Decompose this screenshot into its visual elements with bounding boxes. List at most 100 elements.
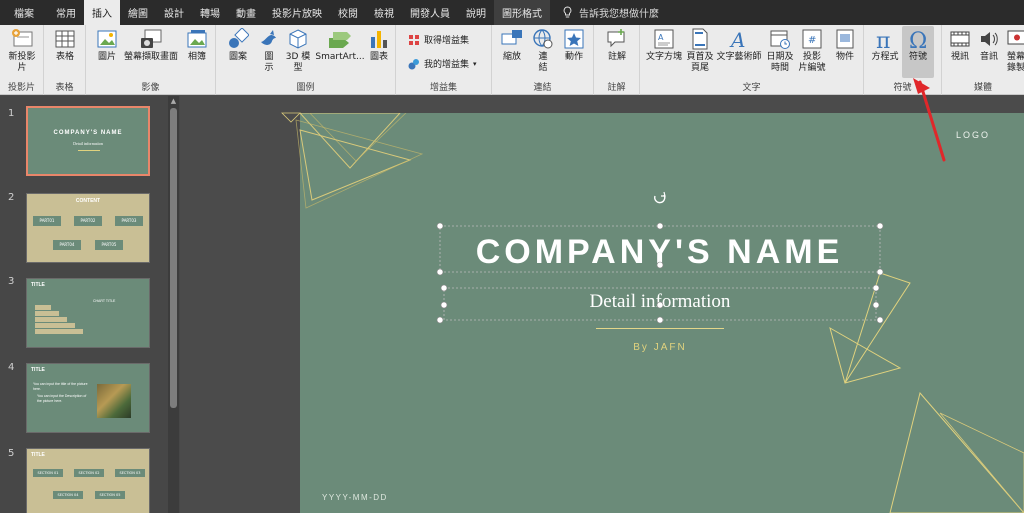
album-button[interactable]: 相簿	[182, 28, 212, 63]
audio-button[interactable]: 音訊	[976, 28, 1002, 63]
group-slides: 新投影 片 投影片	[0, 25, 44, 95]
group-media-label: 媒體	[973, 83, 992, 93]
my-addins-button[interactable]: 我的增益集 ▾	[408, 57, 477, 70]
date-placeholder[interactable]: YYYY-MM-DD	[322, 493, 388, 502]
svg-text:Ω: Ω	[909, 29, 927, 50]
header-footer-button[interactable]: 頁首及 頁尾	[684, 28, 716, 74]
thumb-number: 1	[8, 108, 15, 119]
video-button[interactable]: 視訊	[946, 28, 974, 63]
wordart-button[interactable]: A 文字藝術師	[716, 28, 762, 63]
comment-label: 註解	[607, 52, 626, 62]
thumb-content-title: CONTENT	[75, 198, 101, 204]
tab-help[interactable]: 說明	[458, 0, 494, 25]
object-icon	[836, 29, 854, 49]
screen-recording-label: 螢幕 錄製	[1006, 52, 1024, 73]
group-text: A 文字方塊 頁首及 頁尾 A 文字藝術師 日期及 時間 # 投影 片編號 物件…	[640, 25, 864, 95]
group-text-label: 文字	[742, 83, 761, 93]
slide-thumbnail-2[interactable]: CONTENT PART01 PART02 PART03 PART04 PART…	[26, 193, 150, 263]
object-button[interactable]: 物件	[830, 28, 860, 63]
get-addins-button[interactable]: 取得增益集	[408, 33, 469, 46]
icons-label: 圖 示	[264, 52, 274, 73]
scroll-up-icon[interactable]: ▲	[168, 96, 179, 106]
group-images-label: 影像	[141, 83, 160, 93]
new-slide-icon	[12, 29, 33, 47]
thumb-section-box: SECTION 01	[33, 469, 63, 477]
group-comments: 註解 註解	[594, 25, 640, 95]
my-addins-label: 我的增益集	[424, 60, 470, 70]
logo-placeholder[interactable]: LOGO	[956, 130, 990, 140]
textbox-label: 文字方塊	[645, 52, 682, 62]
thumb-part-box: PART02	[74, 216, 102, 226]
tab-file[interactable]: 檔案	[0, 0, 48, 25]
author-line[interactable]: By JAFN	[560, 342, 760, 353]
tab-shape-format[interactable]: 圖形格式	[494, 0, 550, 25]
table-button[interactable]: 表格	[50, 28, 80, 63]
3d-models-button[interactable]: 3D 模 型	[284, 28, 312, 74]
thumb-slide4-title: TITLE	[31, 367, 45, 373]
ribbon: 新投影 片 投影片 表格 表格 圖片 螢幕擷取畫面 相簿 影像 圖案 圖 示 3…	[0, 25, 1024, 95]
shapes-icon	[229, 28, 249, 48]
action-label: 動作	[564, 52, 583, 62]
thumb-section-box: SECTION 05	[95, 491, 125, 499]
tab-insert[interactable]: 插入	[84, 0, 120, 25]
group-links: 縮放 連 結 動作 連結	[492, 25, 594, 95]
datetime-button[interactable]: 日期及 時間	[764, 28, 796, 74]
slide-thumbnail-1[interactable]: COMPANY'S NAME Detail information	[26, 106, 150, 176]
tab-review[interactable]: 校閱	[330, 0, 366, 25]
tab-view[interactable]: 檢視	[366, 0, 402, 25]
table-icon	[55, 30, 75, 48]
slide-canvas[interactable]: LOGO COMPANY'S NAME Detail information B…	[300, 113, 1024, 513]
gold-divider	[596, 328, 724, 329]
link-button[interactable]: 連 結	[530, 28, 556, 74]
screen-recording-button[interactable]: 螢幕 錄製	[1004, 28, 1024, 74]
3d-models-label: 3D 模 型	[285, 52, 311, 73]
puzzle-icon	[408, 58, 419, 69]
wordart-icon: A	[729, 28, 745, 50]
group-tables-label: 表格	[55, 83, 74, 93]
tab-design[interactable]: 設計	[156, 0, 192, 25]
thumb-part-box: PART03	[115, 216, 143, 226]
tell-me-text: 告訴我您想做什麼	[579, 9, 659, 20]
screenshot-button[interactable]: 螢幕擷取畫面	[122, 28, 180, 63]
slide-number-button[interactable]: # 投影 片編號	[796, 28, 828, 74]
icons-button[interactable]: 圖 示	[256, 28, 282, 74]
tab-developer[interactable]: 開發人員	[402, 0, 458, 25]
action-button[interactable]: 動作	[560, 28, 588, 63]
thumb-stair-chart	[35, 305, 83, 334]
picture-icon	[97, 30, 117, 48]
zoom-button[interactable]: 縮放	[498, 28, 526, 63]
new-slide-button[interactable]: 新投影 片	[4, 28, 40, 74]
detail-subtitle[interactable]: Detail information	[460, 291, 860, 313]
pictures-button[interactable]: 圖片	[92, 28, 122, 63]
slide-thumbnail-5[interactable]: TITLE SECTION 01 SECTION 02 SECTION 03 S…	[26, 448, 150, 513]
tell-me-search[interactable]: 告訴我您想做什麼	[550, 0, 659, 25]
chart-button[interactable]: 圖表	[366, 28, 392, 63]
tab-slideshow[interactable]: 投影片放映	[264, 0, 330, 25]
tab-transitions[interactable]: 轉場	[192, 0, 228, 25]
smartart-button[interactable]: SmartArt...	[315, 28, 365, 63]
company-name-title[interactable]: COMPANY'S NAME	[447, 233, 872, 272]
comment-button[interactable]: 註解	[602, 28, 632, 63]
thumbnails-scrollbar[interactable]: ▲	[168, 96, 179, 513]
shapes-button[interactable]: 圖案	[222, 28, 254, 63]
tab-animations[interactable]: 動畫	[228, 0, 264, 25]
equation-button[interactable]: π 方程式	[868, 28, 902, 63]
tab-draw[interactable]: 繪圖	[120, 0, 156, 25]
pi-equation-icon: π	[876, 29, 890, 50]
pictures-label: 圖片	[97, 52, 116, 62]
video-label: 視訊	[950, 52, 969, 62]
thumb-number: 3	[8, 276, 15, 287]
scrollbar-thumb[interactable]	[170, 108, 177, 408]
slide-thumbnail-4[interactable]: TITLE You can input the title of the pic…	[26, 363, 150, 433]
slide-thumbnail-3[interactable]: TITLE CHART TITLE	[26, 278, 150, 348]
get-addins-label: 取得增益集	[424, 36, 470, 46]
textbox-button[interactable]: A 文字方塊	[644, 28, 684, 63]
tab-home[interactable]: 常用	[48, 0, 84, 25]
header-footer-label: 頁首及 頁尾	[686, 52, 714, 73]
symbol-button[interactable]: Ω 符號	[902, 26, 934, 78]
smartart-label: SmartArt...	[315, 52, 365, 62]
group-comments-label: 註解	[607, 83, 626, 93]
wordart-label: 文字藝術師	[716, 52, 762, 62]
table-label: 表格	[55, 52, 74, 62]
thumb-number: 4	[8, 362, 15, 373]
